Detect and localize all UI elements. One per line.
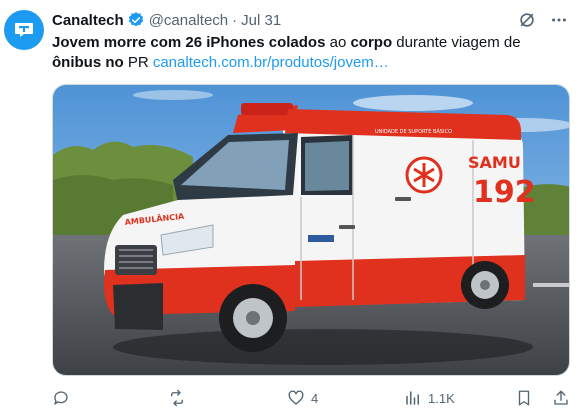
like-count: 4 [311, 390, 319, 406]
post-date[interactable]: Jul 31 [241, 12, 281, 29]
post-header: Canaltech @canaltech · Jul 31 [52, 10, 281, 30]
views-icon [406, 391, 419, 405]
post-text-plain: PR [123, 54, 153, 71]
avatar[interactable] [4, 10, 44, 50]
post-link[interactable]: canaltech.com.br/produtos/jovem… [153, 54, 389, 71]
samu-number-text: 192 [473, 175, 536, 210]
bookmark-button[interactable] [515, 386, 533, 410]
tweet-card[interactable]: Canaltech @canaltech · Jul 31 Jovem morr [0, 0, 581, 418]
post-media-image[interactable]: UNIDADE DE SUPORTE BÁSICO AMBULÂNCIA SAM… [52, 84, 570, 376]
canaltech-logo-icon [15, 23, 33, 37]
views-button[interactable]: 1.1K [404, 386, 455, 410]
more-icon[interactable] [549, 10, 569, 30]
post-text-plain: durante viagem de [392, 34, 521, 51]
repost-button[interactable] [168, 386, 192, 410]
post-actions: 4 1.1K [52, 386, 572, 410]
post-text: Jovem morre com 26 iPhones colados ao co… [52, 33, 572, 73]
grok-icon[interactable] [517, 10, 537, 30]
bookmark-icon [518, 390, 530, 406]
views-count: 1.1K [428, 390, 455, 406]
samu-text: SAMU [468, 153, 521, 172]
verified-badge-icon [127, 11, 145, 29]
separator-dot: · [232, 11, 238, 29]
post-text-bold: corpo [350, 34, 393, 51]
author-handle[interactable]: @canaltech [149, 12, 228, 29]
share-button[interactable] [552, 386, 570, 410]
repost-icon [171, 389, 183, 407]
roof-text: UNIDADE DE SUPORTE BÁSICO [375, 128, 452, 135]
post-text-bold: ônibus no [52, 54, 124, 71]
reply-button[interactable] [52, 386, 76, 410]
post-text-plain: ao [325, 34, 351, 51]
author-name[interactable]: Canaltech [52, 12, 124, 29]
post-text-bold: Jovem morre com 26 iPhones colados [52, 34, 326, 51]
reply-icon [54, 391, 68, 405]
like-button[interactable]: 4 [287, 386, 318, 410]
like-icon [288, 390, 304, 405]
share-icon [554, 390, 568, 405]
ambulance-photo: UNIDADE DE SUPORTE BÁSICO AMBULÂNCIA SAM… [53, 85, 569, 375]
